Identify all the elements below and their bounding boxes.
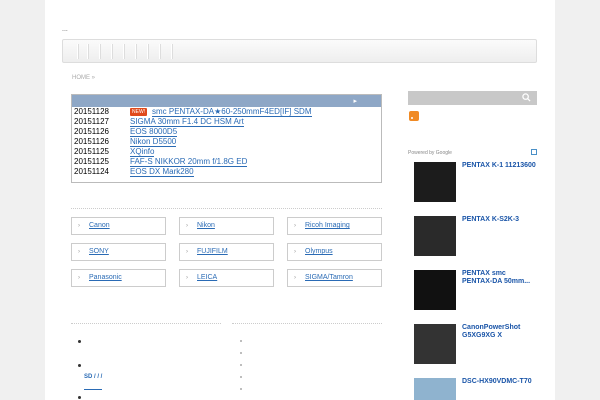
- divider: [71, 323, 221, 324]
- list-bullet: [240, 388, 242, 390]
- news-date: 20151128: [74, 107, 109, 116]
- product-title[interactable]: DSC-HX90VDMC-T70: [462, 378, 537, 386]
- google-attribution: Powered by Google: [408, 150, 452, 156]
- category-label: Canon: [89, 222, 110, 229]
- nav-item-1[interactable]: [77, 44, 78, 59]
- news-date: 20151127: [74, 117, 109, 126]
- list-bullet: [78, 396, 81, 399]
- news-date: 20151125: [74, 157, 109, 166]
- news-header: ▸: [72, 95, 381, 107]
- nav-item-3[interactable]: [99, 44, 100, 59]
- chevron-right-icon: ›: [78, 275, 80, 281]
- product-title[interactable]: PENTAX K-S2K-3: [462, 216, 537, 224]
- category-label: FUJIFILM: [197, 248, 228, 255]
- product-image[interactable]: [414, 162, 456, 202]
- chevron-right-icon: ›: [294, 249, 296, 255]
- category-nikon[interactable]: › Nikon: [179, 217, 274, 235]
- news-date: 20151124: [74, 167, 109, 176]
- list-bullet: [240, 376, 242, 378]
- news-link[interactable]: EOS DX Mark280: [130, 167, 194, 177]
- nav-item-9[interactable]: [171, 44, 172, 59]
- list-bullet: [78, 364, 81, 367]
- news-link[interactable]: EOS 8000D5: [130, 127, 178, 137]
- product-title[interactable]: PENTAX smc PENTAX-DA 50mm...: [462, 270, 537, 286]
- product-image[interactable]: [414, 270, 456, 310]
- category-fujifilm[interactable]: › FUJIFILM: [179, 243, 274, 261]
- chevron-right-icon: ›: [186, 275, 188, 281]
- news-row: 20151124 EOS DX Mark280: [72, 167, 381, 177]
- news-row: 20151126 EOS 8000D5: [72, 127, 381, 137]
- new-badge: NEW!: [130, 108, 148, 116]
- rss-icon[interactable]: [409, 111, 419, 121]
- news-link[interactable]: SIGMA 30mm F1.4 DC HSM Art: [130, 117, 244, 127]
- news-row: 20151125 FAF-S NIKKOR 20mm f/1.8G ED: [72, 157, 381, 167]
- main-navigation: [62, 39, 537, 63]
- news-row: 20151126 Nikon D5500: [72, 137, 381, 147]
- news-link[interactable]: Nikon D5500: [130, 137, 177, 147]
- news-link[interactable]: XQinfo: [130, 147, 155, 157]
- product-image[interactable]: [414, 324, 456, 364]
- list-bullet: [240, 340, 242, 342]
- category-label: LEICA: [197, 274, 218, 281]
- category-sony[interactable]: › SONY: [71, 243, 166, 261]
- chevron-right-icon: ›: [186, 223, 188, 229]
- nav-item-8[interactable]: [159, 44, 160, 59]
- search-input[interactable]: [408, 91, 537, 105]
- site-title[interactable]: ...: [62, 26, 68, 33]
- list-bullet: [240, 352, 242, 354]
- category-label: Nikon: [197, 222, 215, 229]
- category-label: Ricoh Imaging: [305, 222, 350, 229]
- category-ricoh[interactable]: › Ricoh Imaging: [287, 217, 382, 235]
- category-label: SIGMA/Tamron: [305, 274, 353, 281]
- news-box: ▸ 20151128 NEW! smc PENTAX-DA★60-250mmF4…: [71, 94, 382, 183]
- list-bullet: [240, 364, 242, 366]
- category-panasonic[interactable]: › Panasonic: [71, 269, 166, 287]
- nav-item-4[interactable]: [111, 44, 112, 59]
- news-date: 20151125: [74, 147, 109, 156]
- sd-links[interactable]: SD / / /: [84, 374, 102, 380]
- breadcrumb[interactable]: HOME »: [72, 75, 95, 81]
- news-row: 20151125 XQinfo: [72, 147, 381, 157]
- nav-item-5[interactable]: [123, 44, 124, 59]
- search-icon[interactable]: [522, 93, 531, 102]
- category-label: SONY: [89, 248, 109, 255]
- adchoices-icon[interactable]: [531, 149, 537, 155]
- nav-item-7[interactable]: [147, 44, 148, 59]
- news-link[interactable]: smc PENTAX-DA★60-250mmF4ED[IF] SDM: [152, 107, 312, 117]
- link-underline[interactable]: [84, 389, 102, 390]
- chevron-right-icon: ›: [186, 249, 188, 255]
- category-canon[interactable]: › Canon: [71, 217, 166, 235]
- news-row: 20151127 SIGMA 30mm F1.4 DC HSM Art: [72, 117, 381, 127]
- product-image[interactable]: [414, 216, 456, 256]
- category-sigma-tamron[interactable]: › SIGMA/Tamron: [287, 269, 382, 287]
- chevron-right-icon: ›: [78, 223, 80, 229]
- news-date: 20151126: [74, 127, 109, 136]
- nav-item-2[interactable]: [87, 44, 88, 59]
- divider: [232, 323, 382, 324]
- divider: [71, 208, 382, 209]
- product-title[interactable]: CanonPowerShot G5XG9XG X: [462, 324, 537, 340]
- category-leica[interactable]: › LEICA: [179, 269, 274, 287]
- arrow-icon[interactable]: ▸: [353, 97, 357, 105]
- category-olympus[interactable]: › Olympus: [287, 243, 382, 261]
- chevron-right-icon: ›: [294, 275, 296, 281]
- category-label: Panasonic: [89, 274, 122, 281]
- list-bullet: [78, 340, 81, 343]
- news-link[interactable]: FAF-S NIKKOR 20mm f/1.8G ED: [130, 157, 248, 167]
- chevron-right-icon: ›: [78, 249, 80, 255]
- news-row: 20151128 NEW! smc PENTAX-DA★60-250mmF4ED…: [72, 107, 381, 117]
- product-image[interactable]: [414, 378, 456, 400]
- nav-item-6[interactable]: [135, 44, 136, 59]
- news-date: 20151126: [74, 137, 109, 146]
- category-label: Olympus: [305, 248, 333, 255]
- product-title[interactable]: PENTAX K-1 11213600: [462, 162, 537, 170]
- chevron-right-icon: ›: [294, 223, 296, 229]
